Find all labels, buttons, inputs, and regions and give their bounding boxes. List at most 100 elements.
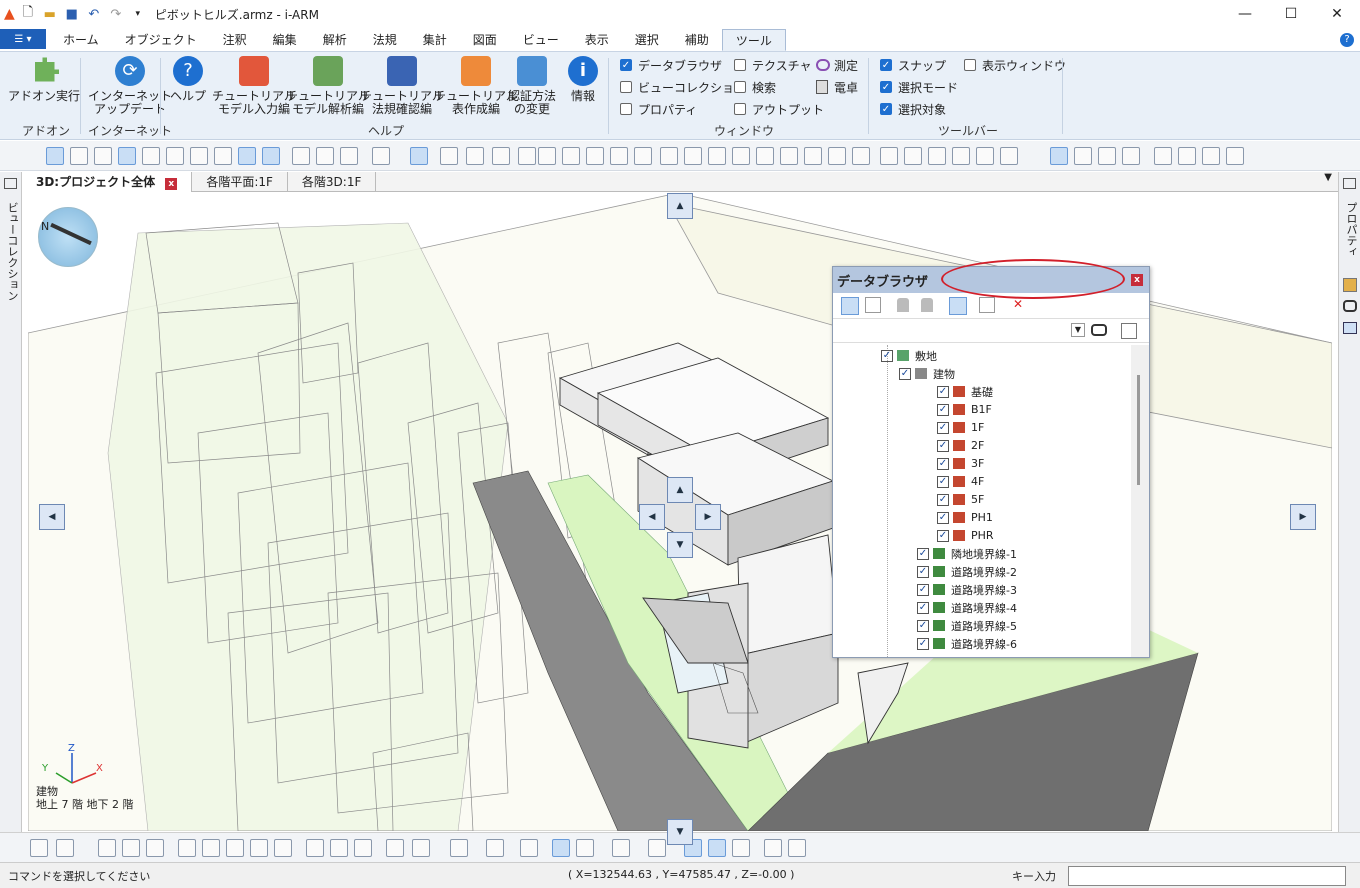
sphere-icon[interactable] [450, 839, 468, 857]
tree-checkbox-checked[interactable]: ✓ [917, 637, 929, 650]
tree-item[interactable]: ✓ 道路境界線-4 [917, 599, 1017, 616]
tutorial-regulation-button[interactable]: チュートリアル 法規確認編 [360, 56, 444, 116]
tutorial-model-analysis-button[interactable]: チュートリアル モデル解析編 [286, 56, 370, 116]
tree-checkbox-checked[interactable]: ✓ [937, 529, 949, 542]
lock-icon[interactable] [897, 298, 909, 312]
binoculars-icon[interactable] [1091, 324, 1107, 336]
furniture-icon[interactable] [780, 147, 798, 165]
help-button[interactable]: ? ヘルプ [170, 56, 206, 103]
calculator-button[interactable]: 電卓 [816, 78, 858, 96]
snap-tangent-icon[interactable] [214, 147, 232, 165]
tree-checkbox-checked[interactable]: ✓ [937, 385, 949, 398]
tree-checkbox-checked[interactable]: ✓ [937, 403, 949, 416]
center-right-button[interactable]: ▶ [695, 504, 721, 530]
tab-regulation[interactable]: 法規 [360, 29, 410, 51]
close-panel-icon[interactable]: x [1131, 274, 1143, 286]
camera-icon[interactable] [330, 839, 348, 857]
snap-midpoint-icon[interactable] [238, 147, 256, 165]
find-replace-icon[interactable] [1121, 323, 1137, 339]
tree-item[interactable]: ✓ 道路境界線-2 [917, 563, 1017, 580]
snap-box-icon[interactable] [94, 147, 112, 165]
leader-icon[interactable] [904, 147, 922, 165]
data-browser-panel[interactable]: データブラウザ x ✕ ▼ ✓ 敷地 ✓ 建物 ✓ 基礎 ✓ B1F ✓ 1F ✓ 2F ✓ 3F ✓ 4F ✓… [832, 259, 1150, 658]
shadow-icon[interactable] [732, 839, 750, 857]
search-checkbox[interactable]: 検索 [734, 78, 776, 96]
fit-view-icon[interactable] [202, 839, 220, 857]
tree-item[interactable]: ✓ PH1 [937, 509, 993, 526]
shade-icon[interactable] [122, 839, 140, 857]
tree-item[interactable]: ✓ 4F [937, 473, 984, 490]
tree-expand-icon[interactable] [841, 297, 859, 315]
pin-icon[interactable] [372, 147, 390, 165]
select-window-icon[interactable] [410, 147, 428, 165]
properties-panel[interactable]: プロパティ [1338, 172, 1360, 862]
select-frame-icon[interactable] [1098, 147, 1116, 165]
refresh-tree-icon[interactable] [979, 297, 995, 313]
tree-item[interactable]: ✓ 道路境界線-5 [917, 617, 1017, 634]
texture-checkbox[interactable]: テクスチャ [734, 56, 812, 74]
tab-select[interactable]: 選択 [622, 29, 672, 51]
grid-display-icon[interactable] [56, 839, 74, 857]
tree-checkbox-checked[interactable]: ✓ [917, 619, 929, 632]
binoculars-icon[interactable] [1343, 300, 1357, 312]
house-icon[interactable] [562, 147, 580, 165]
tree-checkbox-checked[interactable]: ✓ [937, 457, 949, 470]
opening-icon[interactable] [708, 147, 726, 165]
select-filter-icon[interactable] [1122, 147, 1140, 165]
tab-aggregate[interactable]: 集計 [410, 29, 460, 51]
close-button[interactable]: ✕ [1314, 0, 1360, 28]
text-icon[interactable] [928, 147, 946, 165]
redo-icon[interactable]: ↷ [107, 5, 125, 23]
tree-checkbox-checked[interactable]: ✓ [899, 367, 911, 380]
tree-item[interactable]: ✓ 5F [937, 491, 984, 508]
undo-icon[interactable]: ↶ [85, 5, 103, 23]
center-up-button[interactable]: ▲ [667, 477, 693, 503]
pan-up-button[interactable]: ▲ [667, 193, 693, 219]
maximize-button[interactable]: ☐ [1268, 0, 1314, 28]
cube-color-icon[interactable] [386, 839, 404, 857]
snap-angle-icon[interactable] [70, 147, 88, 165]
check-select-2-icon[interactable] [340, 147, 358, 165]
tree-checkbox-checked[interactable]: ✓ [937, 493, 949, 506]
pan-hand-icon[interactable] [250, 839, 268, 857]
tree-item[interactable]: ✓ 1F [937, 419, 984, 436]
texture-icon[interactable] [1343, 278, 1357, 292]
snap-diagonal-icon[interactable] [142, 147, 160, 165]
window-object-icon[interactable] [684, 147, 702, 165]
save-icon[interactable]: ■ [63, 5, 81, 23]
minimize-button[interactable]: — [1222, 0, 1268, 28]
addon-run-button[interactable]: アドオン実行 [8, 56, 80, 103]
tree-checkbox-checked[interactable]: ✓ [937, 511, 949, 524]
tree-checkbox-checked[interactable]: ✓ [917, 565, 929, 578]
tree-item[interactable]: ✓ 2F [937, 437, 984, 454]
view-zoom-all-icon[interactable] [30, 839, 48, 857]
layout-icon[interactable] [354, 839, 372, 857]
perspective-icon[interactable] [552, 839, 570, 857]
tree-checkbox-checked[interactable]: ✓ [881, 349, 893, 362]
change-auth-button[interactable]: 認証方法 の変更 [508, 56, 556, 116]
tree-checkbox-checked[interactable]: ✓ [917, 583, 929, 596]
display-window-2-icon[interactable] [1178, 147, 1196, 165]
stair-icon[interactable] [610, 147, 628, 165]
curtain-wall-icon[interactable] [732, 147, 750, 165]
compare-icon[interactable] [788, 839, 806, 857]
snap-perpendicular-icon[interactable] [166, 147, 184, 165]
view-collection-panel[interactable]: ビューコレクション [0, 172, 22, 862]
close-tab-icon[interactable]: x [165, 178, 178, 190]
section-icon[interactable] [1000, 147, 1018, 165]
tab-display[interactable]: 表示 [572, 29, 622, 51]
room-icon[interactable] [634, 147, 652, 165]
layer-icon[interactable] [412, 839, 430, 857]
mass-icon[interactable] [852, 147, 870, 165]
navigation-compass[interactable]: N [38, 207, 98, 267]
tab-annotation[interactable]: 注釈 [210, 29, 260, 51]
check-select-icon[interactable] [316, 147, 334, 165]
equipment-icon[interactable] [804, 147, 822, 165]
symbol-icon[interactable] [952, 147, 970, 165]
wall-icon[interactable] [440, 147, 458, 165]
center-left-button[interactable]: ◀ [639, 504, 665, 530]
tree-item[interactable]: ✓ B1F [937, 401, 992, 418]
select-object-icon[interactable] [1050, 147, 1068, 165]
help-icon[interactable]: ? [1340, 33, 1354, 47]
customize-qa-icon[interactable]: ▾ [129, 5, 147, 23]
